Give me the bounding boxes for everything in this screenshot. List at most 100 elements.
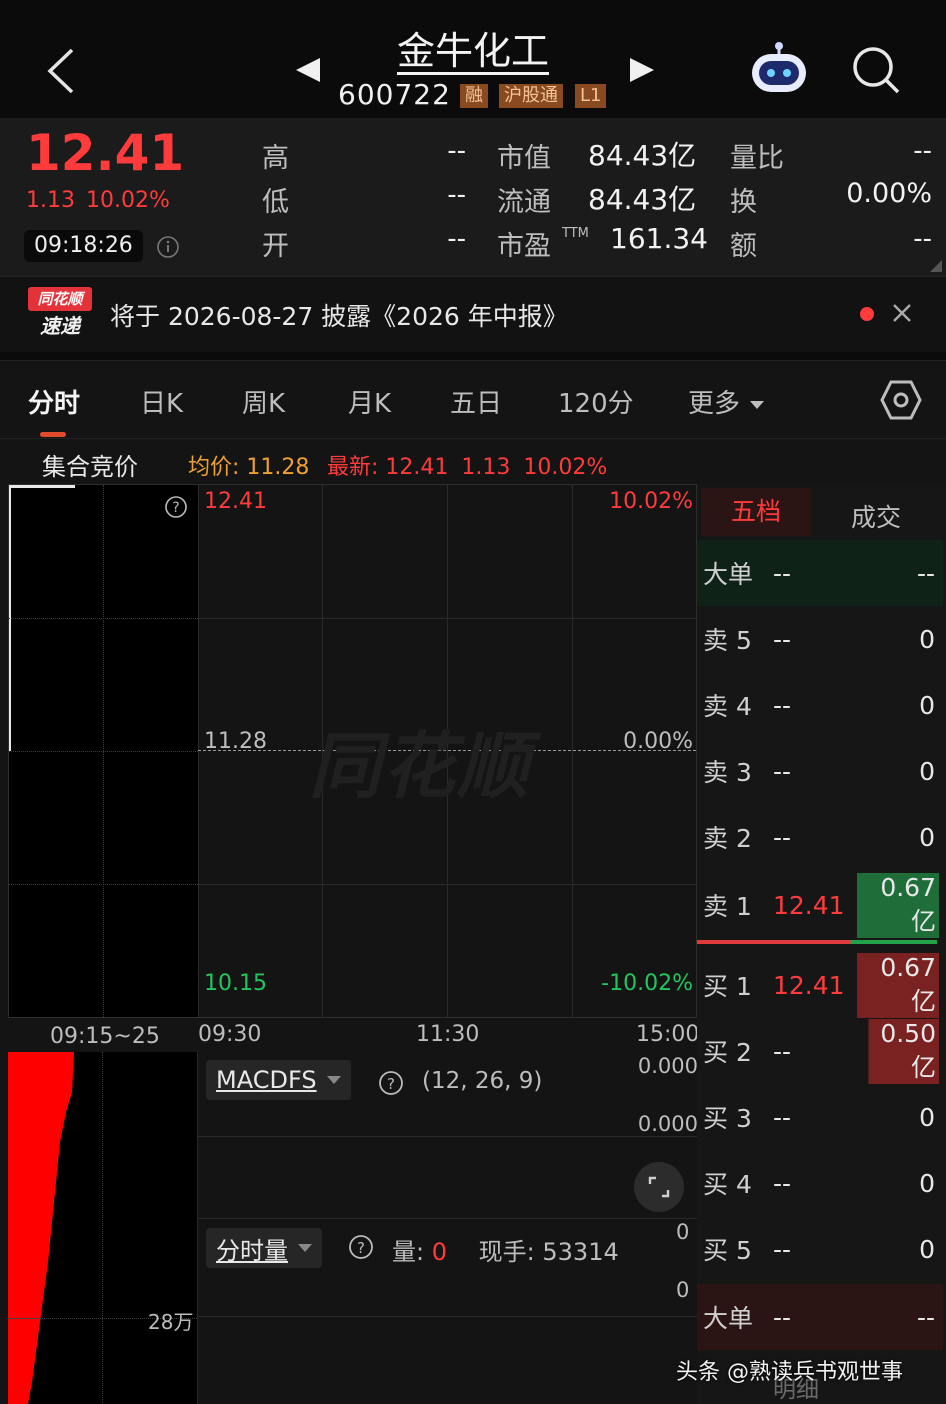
ask-row-2[interactable]: 卖 2 -- 0 bbox=[697, 804, 943, 870]
ask-row-5[interactable]: 卖 5 -- 0 bbox=[697, 606, 943, 672]
macd-help-icon[interactable]: ? bbox=[378, 1070, 404, 1096]
volume-readout: 量: 0 现手: 53314 bbox=[392, 1232, 619, 1267]
price-change-pct: 10.02% bbox=[86, 188, 170, 213]
big-order-top-label: 大单 bbox=[703, 560, 754, 589]
stat-turnover-label: 换 bbox=[730, 187, 757, 218]
chevron-left-icon[interactable] bbox=[44, 46, 78, 96]
tab-more[interactable]: 更多 bbox=[688, 383, 765, 420]
settings-hexagon-icon[interactable] bbox=[880, 379, 922, 421]
fullscreen-button[interactable] bbox=[634, 1162, 684, 1212]
avg-label: 均价: bbox=[188, 455, 240, 480]
macd-selector[interactable]: MACDFS bbox=[206, 1060, 351, 1100]
vol-axis-bottom: 0 bbox=[676, 1278, 690, 1302]
stat-pe-label: 市盈 bbox=[497, 231, 551, 262]
ask-row-1[interactable]: 卖 1 12.41 0.67亿 bbox=[697, 872, 943, 938]
indicator-panel: 28万 MACDFS ? (12, 26, 9) 0.000 0.000 分时量 bbox=[8, 1052, 698, 1404]
auction-grid-3 bbox=[9, 884, 198, 885]
search-icon[interactable] bbox=[850, 44, 902, 96]
stat-pe-sup: TTM bbox=[562, 226, 589, 241]
tab-intraday[interactable]: 分时 bbox=[28, 383, 80, 420]
macd-name: MACDFS bbox=[216, 1066, 317, 1094]
chart-watermark: 同花顺 bbox=[309, 724, 532, 808]
info-icon[interactable] bbox=[156, 235, 180, 259]
volume-help-icon[interactable]: ? bbox=[348, 1234, 374, 1260]
axis-top-price: 12.41 bbox=[204, 489, 267, 514]
volume-selector[interactable]: 分时量 bbox=[206, 1228, 322, 1268]
bid-row-1[interactable]: 买 1 12.41 0.67亿 bbox=[697, 952, 943, 1018]
axis-mid-pct: 0.00% bbox=[623, 729, 693, 754]
bid-row-3[interactable]: 买 3 -- 0 bbox=[697, 1084, 943, 1150]
stat-low-value: -- bbox=[447, 180, 466, 210]
notice-bar[interactable]: 同花顺 速递 将于 2026-08-27 披露《2026 年中报》 bbox=[0, 276, 946, 352]
stat-mktcap-value: 84.43亿 bbox=[588, 139, 697, 172]
time-label-noon: 11:30 bbox=[416, 1022, 480, 1047]
big-order-bottom-price: -- bbox=[773, 1302, 792, 1332]
ask-3-vol: 0 bbox=[919, 756, 935, 786]
close-icon[interactable] bbox=[892, 303, 912, 323]
stock-code: 600722 bbox=[338, 78, 451, 111]
macd-value-1: 0.000 bbox=[637, 1054, 698, 1078]
ask-1-vol-value: 0.67亿 bbox=[857, 872, 939, 938]
tab-120min[interactable]: 120分 bbox=[558, 383, 634, 420]
prev-stock-icon[interactable] bbox=[294, 56, 322, 84]
bid-1-vol-value: 0.67亿 bbox=[857, 952, 939, 1018]
vol-auction-mid-line bbox=[102, 1052, 103, 1404]
time-label-close: 15:00 bbox=[636, 1022, 700, 1047]
tab-trades[interactable]: 成交 bbox=[821, 498, 931, 534]
ask-2-price: -- bbox=[773, 822, 792, 852]
latest-price: 最新: 12.41 1.13 10.02% bbox=[327, 449, 607, 481]
notice-text[interactable]: 将于 2026-08-27 披露《2026 年中报》 bbox=[110, 297, 568, 333]
stat-high-value: -- bbox=[447, 136, 466, 166]
tab-five-day[interactable]: 五日 bbox=[450, 383, 502, 420]
ask-1-label: 卖 1 bbox=[703, 892, 752, 921]
unread-dot-icon bbox=[860, 307, 874, 321]
big-order-top-vol: -- bbox=[916, 558, 935, 588]
stat-low-label: 低 bbox=[262, 187, 289, 218]
bid-row-4[interactable]: 买 4 -- 0 bbox=[697, 1150, 943, 1216]
tag-connect: 沪股通 bbox=[499, 84, 563, 108]
tab-order-levels[interactable]: 五档 bbox=[701, 488, 811, 536]
avg-value: 11.28 bbox=[246, 455, 310, 480]
caret-down-icon bbox=[750, 400, 765, 409]
auction-label[interactable]: 集合竞价 bbox=[42, 447, 138, 482]
stock-name[interactable]: 金牛化工 bbox=[373, 20, 573, 75]
chart-tabs: 分时 日K 周K 月K 五日 120分 更多 bbox=[0, 360, 946, 438]
stat-volratio-value: -- bbox=[913, 136, 932, 166]
ask-3-label: 卖 3 bbox=[703, 758, 752, 787]
tab-order-levels-label: 五档 bbox=[730, 497, 781, 526]
grid-v-1 bbox=[198, 485, 199, 1017]
bid-3-vol: 0 bbox=[919, 1102, 935, 1132]
caret-down-icon bbox=[326, 1076, 341, 1084]
spread-divider bbox=[697, 940, 937, 944]
help-icon[interactable]: ? bbox=[164, 495, 188, 519]
ask-row-4[interactable]: 卖 4 -- 0 bbox=[697, 672, 943, 738]
ask-3-price: -- bbox=[773, 756, 792, 786]
express-logo: 同花顺 速递 bbox=[28, 287, 92, 343]
macd-params: (12, 26, 9) bbox=[422, 1068, 543, 1094]
tab-active-indicator bbox=[40, 432, 66, 437]
big-order-bottom-vol: -- bbox=[916, 1302, 935, 1332]
latest-pct: 10.02% bbox=[523, 455, 608, 480]
ask-row-3[interactable]: 卖 3 -- 0 bbox=[697, 738, 943, 804]
tab-monthly-k[interactable]: 月K bbox=[348, 383, 391, 420]
robot-icon[interactable] bbox=[748, 40, 810, 96]
stat-open-label: 开 bbox=[262, 231, 289, 262]
expand-corner-icon[interactable] bbox=[930, 260, 942, 272]
top-bar: 金牛化工 600722 融 沪股通 L1 bbox=[0, 0, 946, 118]
price-chart[interactable]: ? 同花顺 12.41 10.02% 11.28 0.00% 10.15 -10… bbox=[8, 484, 697, 1018]
bid-row-5[interactable]: 买 5 -- 0 bbox=[697, 1216, 943, 1282]
time-label-open: 09:30 bbox=[198, 1022, 262, 1047]
volume-name: 分时量 bbox=[216, 1236, 288, 1265]
bid-5-label: 买 5 bbox=[703, 1236, 752, 1265]
big-order-bottom: 大单 -- -- bbox=[697, 1284, 943, 1350]
tab-weekly-k[interactable]: 周K bbox=[242, 383, 285, 420]
ask-5-vol: 0 bbox=[919, 624, 935, 654]
express-logo-top: 同花顺 bbox=[28, 287, 92, 311]
tab-daily-k[interactable]: 日K bbox=[140, 383, 183, 420]
order-book: 五档 成交 大单 -- -- 卖 5 -- 0 卖 4 -- 0 卖 3 -- … bbox=[697, 484, 946, 1404]
latest-value: 12.41 bbox=[385, 455, 449, 480]
next-stock-icon[interactable] bbox=[628, 56, 656, 84]
avg-price: 均价: 11.28 bbox=[188, 449, 309, 481]
tag-margin: 融 bbox=[460, 84, 488, 108]
bid-row-2[interactable]: 买 2 -- 0.50亿 bbox=[697, 1018, 943, 1084]
